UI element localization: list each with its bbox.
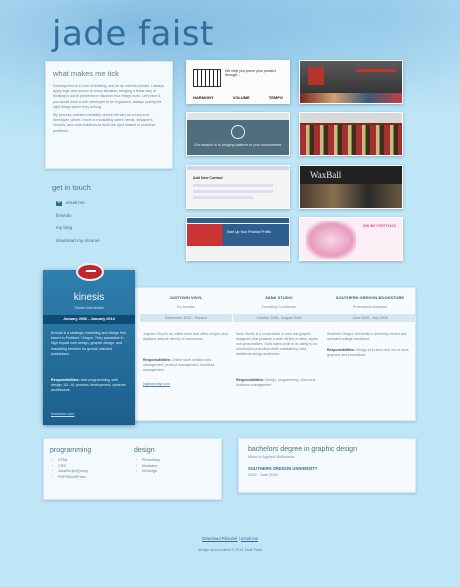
job-name: SANK STUDIO [265,295,293,300]
portfolio-thumb-harmony[interactable]: We help you prove your product through..… [186,60,290,104]
footer-credit: design and content © 2014 Jade Faist [197,548,262,552]
thumb-graphic: Start Up Your Practice Profits [187,224,289,246]
featured-job-name: kinesis [73,292,105,303]
job-role: Promotions Assistant [352,305,388,309]
contact-email-link[interactable]: email me [56,197,100,210]
thumb-graphic [187,166,289,170]
thumb-text: ONLINE PORTFOLIO [362,224,396,228]
education-card: bachelors degree in graphic design Minor… [238,438,416,493]
job-link[interactable]: jugtownvinyl.com [143,382,170,386]
job-role: Founding Contributor [261,305,297,309]
portfolio-thumb-storefront[interactable] [299,112,403,156]
thumb-header [187,113,289,120]
skills-design-list: Photoshop Illustrator InDesign [134,458,160,475]
thumb-text: Add New Contact [193,176,223,180]
job-description: Sank Studio is a cooperative of web and … [236,332,318,356]
education-minor: Minor in Applied Multimedia [248,455,295,459]
featured-job-dates: January 2006 - January 2014 [43,315,135,324]
job-name: JUGTOWN VINYL [169,295,203,300]
thumb-label: TEMPO [268,95,283,100]
thumb-graphic [306,221,356,259]
skills-design: design Photoshop Illustrator InDesign [134,447,160,475]
job-responsibilities: Responsibilities: Online store creation … [143,358,229,373]
portfolio-thumb-contact-form[interactable]: Add New Contact [186,165,290,209]
footer-links: Download Résumé | email me [0,536,460,541]
job-role: Co-founder [176,305,196,309]
featured-job-description: Kinesis is a strategic marketing and des… [51,331,127,356]
thumb-graphic [187,218,289,223]
portfolio-thumb-vinyl[interactable] [299,60,403,104]
resp-label: Responsibilities: [143,358,172,362]
resp-label: Responsibilities: [51,378,80,382]
site-title: jade faist [52,14,214,54]
portfolio-thumb-balance[interactable]: Our mission is to bringing balance to yo… [186,112,290,156]
footer-download-resume-link[interactable]: Download Résumé [202,536,237,541]
experience-section: JUGTOWN VINYL Co-founder September 2012 … [43,263,416,425]
education-degree: bachelors degree in graphic design [248,446,357,453]
contact-linkedin-link[interactable]: linkedin [56,210,100,223]
thumb-text: Our mission is to bringing balance to yo… [194,143,282,147]
job-description: Jugtown Vinyl is an online store that of… [143,332,228,341]
thumb-label: VOLUME [232,95,250,100]
job-responsibilities: Responsibilities: Design, programming, c… [236,378,322,388]
about-heading: what makes me tick [53,69,119,78]
skill-item: InDesign [134,469,160,475]
job-dates: June 2005 - July 2006 [324,314,416,322]
contact-email-label: email me [66,200,85,205]
thumb-graphic [308,67,324,85]
thumb-graphic [300,184,402,208]
featured-job-link[interactable]: kinesisinc.com [51,412,74,416]
job-responsibilities: Responsibilities: Design of in-store and… [327,348,413,358]
thumb-graphic [300,113,402,123]
kinesis-logo-icon [76,263,104,281]
thumb-graphic [193,190,273,193]
thumb-logo [231,125,245,139]
thumb-graphic [356,69,396,72]
thumb-graphic [193,184,273,187]
portfolio-thumb-illustration[interactable]: ONLINE PORTFOLIO [299,217,403,261]
contact-blog-link[interactable]: my blog [56,222,100,235]
thumb-title: WaxBall [310,170,342,180]
piano-graphic [193,69,221,87]
about-paragraph-2: My process-oriented mentality serves me … [53,113,155,133]
job-dates: September 2012 - Present [140,314,232,322]
thumb-script-text: We help you prove your product through..… [225,69,276,77]
about-paragraph-1: Development is a form of building, and a… [53,84,164,109]
contact-heading: get in touch [52,183,91,192]
featured-job-kinesis: kinesis Senior Interactive January 2006 … [43,263,135,425]
skills-design-heading: design [134,447,155,454]
skills-programming-heading: programming [50,447,92,454]
skill-item: PHP/WordPress [50,475,91,481]
portfolio-thumb-waxball[interactable]: WaxBall [299,165,403,209]
resp-label: Responsibilities: [327,348,356,352]
contact-resume-link[interactable]: download my résumé [56,235,100,248]
featured-job-role: Senior Interactive [74,306,104,310]
footer-email-link[interactable]: email me [241,536,258,541]
thumb-graphic [300,93,402,103]
skills-programming: programming HTML CSS JavaScript/jQuery P… [50,447,91,480]
job-description: Southern Oregon University's university … [327,332,407,341]
about-card: what makes me tick Development is a form… [45,61,173,169]
thumb-graphic [193,196,253,199]
portfolio-thumb-practice[interactable]: Start Up Your Practice Profits [186,217,290,261]
contact-list: email me linkedin my blog download my ré… [56,197,100,247]
thumb-label: HARMONY [193,95,214,100]
education-years: 2002 - June 2006 [248,473,278,477]
resp-label: Responsibilities: [236,378,265,382]
thumb-labels: HARMONY VOLUME TEMPO [193,95,283,100]
job-dates: October 2006 - August 2008 [233,314,325,322]
skills-programming-list: HTML CSS JavaScript/jQuery PHP/WordPress [50,458,91,480]
envelope-icon [56,201,62,206]
education-school: SOUTHERN OREGON UNIVERSITY [248,466,318,471]
thumb-text: Start Up Your Practice Profits [227,230,271,234]
thumb-graphic [300,125,402,155]
skills-card: programming HTML CSS JavaScript/jQuery P… [43,438,222,500]
featured-job-responsibilities: Responsibilities: web programming, web d… [51,378,129,394]
job-name: SOUTHERN OREGON BOOKSTORE [335,295,405,300]
